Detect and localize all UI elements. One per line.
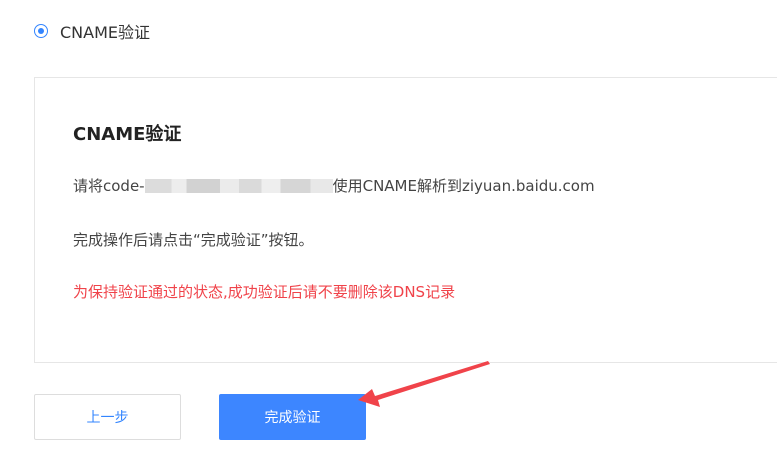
cname-option-label[interactable]: CNAME验证	[60, 19, 150, 43]
red-arrow-annotation	[358, 361, 490, 407]
verification-page: CNAME验证 CNAME验证 请将code- 使用CNAME解析到ziyuan.…	[0, 0, 777, 465]
cname-instructions-panel: CNAME验证 请将code- 使用CNAME解析到ziyuan.baidu.co…	[34, 77, 777, 363]
radio-selected-dot	[38, 28, 44, 34]
masked-code	[144, 179, 333, 193]
instruction-prefix: 请将code-	[73, 177, 145, 195]
complete-hint: 完成操作后请点击“完成验证”按钮。	[73, 231, 314, 249]
arrow-shape	[358, 361, 490, 407]
cname-option[interactable]: CNAME验证	[34, 18, 150, 44]
panel-title: CNAME验证	[73, 124, 182, 145]
cname-radio[interactable]	[34, 24, 48, 38]
cname-instruction: 请将code- 使用CNAME解析到ziyuan.baidu.com	[73, 175, 595, 196]
instruction-suffix: 使用CNAME解析到ziyuan.baidu.com	[332, 177, 595, 195]
complete-verification-button[interactable]: 完成验证	[219, 394, 366, 440]
prev-step-button[interactable]: 上一步	[34, 394, 181, 440]
dns-warning: 为保持验证通过的状态,成功验证后请不要删除该DNS记录	[73, 283, 456, 301]
